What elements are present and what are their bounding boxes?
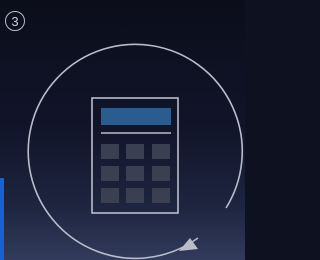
calculator-icon: [91, 97, 179, 214]
onboarding-step-panel: 3: [0, 0, 245, 260]
calculator-key: [101, 166, 119, 181]
calculator-display: [101, 108, 171, 125]
calculator-key: [126, 166, 144, 181]
calculator-key: [152, 166, 170, 181]
calculator-key: [152, 144, 170, 159]
calculator-key: [101, 144, 119, 159]
calculator-key: [101, 188, 119, 203]
side-accent-bar: [0, 178, 4, 260]
calculator-key: [126, 188, 144, 203]
calculator-illustration: [27, 43, 244, 260]
calculator-key: [152, 188, 170, 203]
calculator-key: [126, 144, 144, 159]
calculator-keypad: [101, 144, 170, 203]
